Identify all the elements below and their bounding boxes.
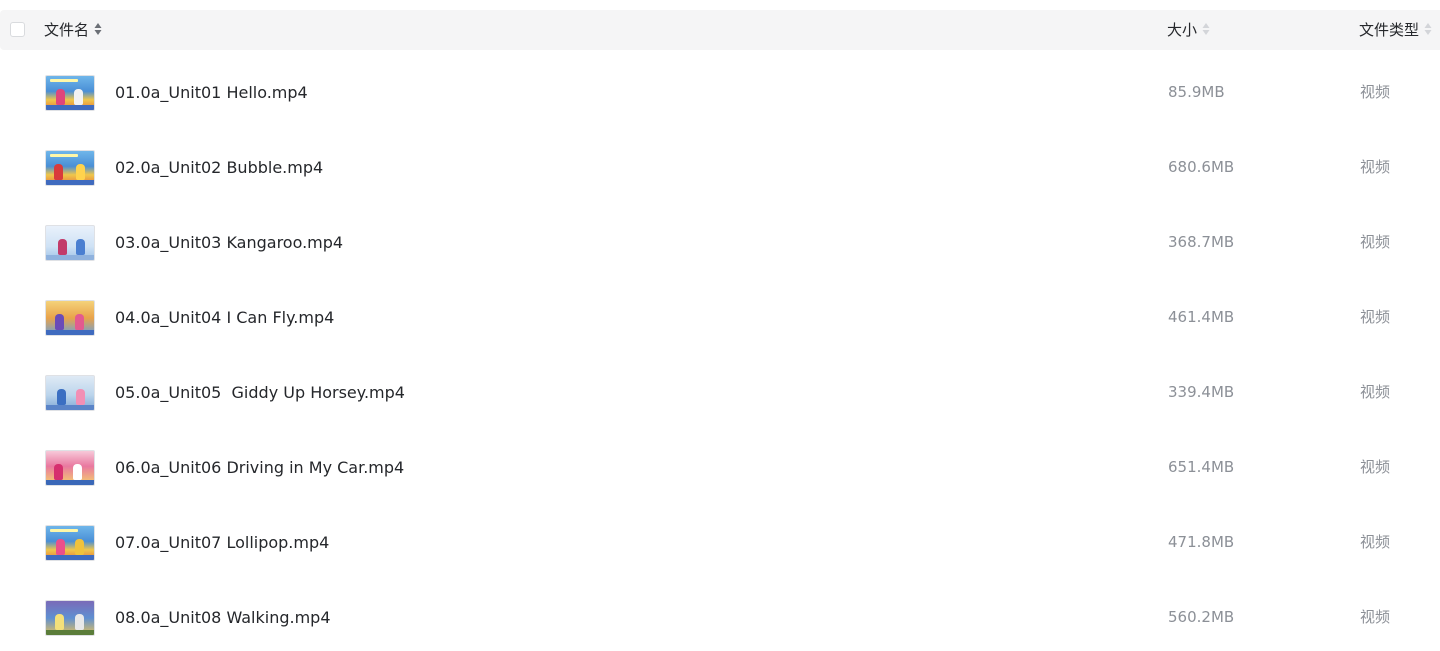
file-row[interactable]: 05.0a_Unit05 Giddy Up Horsey.mp4 339.4MB…	[0, 355, 1440, 430]
file-row[interactable]: 03.0a_Unit03 Kangaroo.mp4 368.7MB 视频	[0, 205, 1440, 280]
file-row[interactable]: 02.0a_Unit02 Bubble.mp4 680.6MB 视频	[0, 130, 1440, 205]
file-size: 471.8MB	[1168, 533, 1235, 551]
file-size: 368.7MB	[1168, 233, 1235, 251]
file-name[interactable]: 06.0a_Unit06 Driving in My Car.mp4	[115, 430, 404, 505]
file-type: 视频	[1360, 533, 1391, 551]
column-header-type[interactable]: 文件类型	[1359, 10, 1432, 50]
file-type: 视频	[1360, 233, 1391, 251]
file-type: 视频	[1360, 608, 1391, 626]
file-size: 339.4MB	[1168, 383, 1235, 401]
sort-icon[interactable]	[1202, 22, 1210, 36]
column-header-type-label: 文件类型	[1359, 21, 1420, 39]
file-size: 560.2MB	[1168, 608, 1235, 626]
table-header: 文件名 大小 文件类型	[0, 10, 1440, 50]
file-row[interactable]: 07.0a_Unit07 Lollipop.mp4 471.8MB 视频	[0, 505, 1440, 580]
file-row[interactable]: 06.0a_Unit06 Driving in My Car.mp4 651.4…	[0, 430, 1440, 505]
column-header-name-label: 文件名	[44, 21, 90, 39]
column-header-size[interactable]: 大小	[1167, 10, 1210, 50]
column-header-name[interactable]: 文件名	[44, 10, 102, 50]
file-name[interactable]: 05.0a_Unit05 Giddy Up Horsey.mp4	[115, 355, 405, 430]
file-size: 651.4MB	[1168, 458, 1235, 476]
file-name[interactable]: 08.0a_Unit08 Walking.mp4	[115, 580, 331, 651]
file-type: 视频	[1360, 458, 1391, 476]
file-name[interactable]: 01.0a_Unit01 Hello.mp4	[115, 55, 308, 130]
file-name[interactable]: 03.0a_Unit03 Kangaroo.mp4	[115, 205, 343, 280]
column-header-size-label: 大小	[1167, 21, 1198, 39]
file-row[interactable]: 08.0a_Unit08 Walking.mp4 560.2MB 视频	[0, 580, 1440, 651]
video-thumbnail-icon	[45, 150, 95, 186]
sort-icon[interactable]	[94, 22, 102, 36]
file-type: 视频	[1360, 158, 1391, 176]
file-type: 视频	[1360, 308, 1391, 326]
file-size: 680.6MB	[1168, 158, 1235, 176]
video-thumbnail-icon	[45, 600, 95, 636]
file-type: 视频	[1360, 83, 1391, 101]
video-thumbnail-icon	[45, 525, 95, 561]
file-size: 85.9MB	[1168, 83, 1225, 101]
video-thumbnail-icon	[45, 450, 95, 486]
select-all-checkbox[interactable]	[10, 22, 25, 37]
video-thumbnail-icon	[45, 300, 95, 336]
file-row[interactable]: 01.0a_Unit01 Hello.mp4 85.9MB 视频	[0, 55, 1440, 130]
file-type: 视频	[1360, 383, 1391, 401]
file-row[interactable]: 04.0a_Unit04 I Can Fly.mp4 461.4MB 视频	[0, 280, 1440, 355]
sort-icon[interactable]	[1424, 22, 1432, 36]
file-name[interactable]: 04.0a_Unit04 I Can Fly.mp4	[115, 280, 334, 355]
video-thumbnail-icon	[45, 225, 95, 261]
video-thumbnail-icon	[45, 375, 95, 411]
file-size: 461.4MB	[1168, 308, 1235, 326]
video-thumbnail-icon	[45, 75, 95, 111]
file-list: 文件名 大小 文件类型 01.0a_Unit01 Hello.mp4 85.9M…	[0, 0, 1440, 651]
file-name[interactable]: 02.0a_Unit02 Bubble.mp4	[115, 130, 323, 205]
file-name[interactable]: 07.0a_Unit07 Lollipop.mp4	[115, 505, 329, 580]
